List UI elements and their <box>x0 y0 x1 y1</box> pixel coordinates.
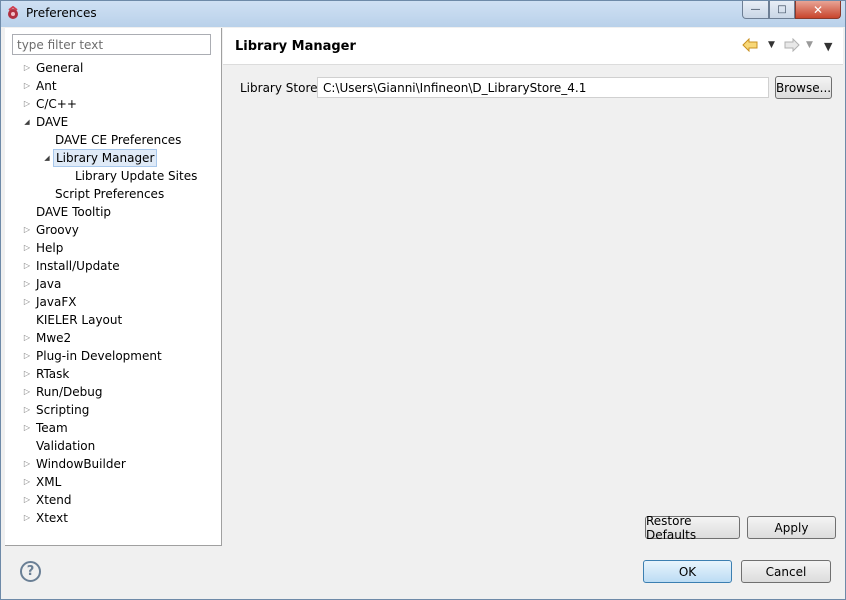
tree-item-label: Library Manager <box>53 149 158 167</box>
tree-collapsed-arrow-icon[interactable]: ▷ <box>22 347 32 365</box>
tree-item[interactable]: ▷ Help <box>5 239 221 257</box>
title-bar: Preferences — □ ✕ <box>1 1 845 27</box>
tree-item[interactable]: Validation <box>5 437 221 455</box>
tree-item[interactable]: DAVE CE Preferences <box>5 131 221 149</box>
tree-item[interactable]: ▷ Groovy <box>5 221 221 239</box>
tree-item[interactable]: ◢ Library Manager <box>5 149 221 167</box>
preference-tree-panel: ▷ General ▷ Ant ▷ C/C++ ◢ DAVE DAVE CE Preferenc… <box>5 28 222 546</box>
tree-item-label: XML <box>36 475 62 489</box>
forward-history-dropdown-icon[interactable]: ▼ <box>806 40 813 50</box>
cancel-button[interactable]: Cancel <box>741 560 831 583</box>
library-store-input[interactable] <box>317 77 769 98</box>
tree-item[interactable]: ▷ Plug-in Development <box>5 347 221 365</box>
tree-item-label: Plug-in Development <box>36 349 162 363</box>
dialog-footer: ? OK Cancel <box>5 547 843 596</box>
tree-item[interactable]: KIELER Layout <box>5 311 221 329</box>
tree-item-label: Xtext <box>36 511 68 525</box>
tree-expanded-arrow-icon[interactable]: ◢ <box>42 149 52 167</box>
tree-item-label: C/C++ <box>36 97 77 111</box>
tree-item-label: RTask <box>36 367 70 381</box>
tree-collapsed-arrow-icon[interactable]: ▷ <box>22 239 32 257</box>
tree-collapsed-arrow-icon[interactable]: ▷ <box>22 365 32 383</box>
close-button[interactable]: ✕ <box>795 1 841 19</box>
tree-item-label: Java <box>36 277 62 291</box>
tree-item[interactable]: ▷ Team <box>5 419 221 437</box>
page-header: Library Manager ▼ ▼ ▼ <box>223 28 843 65</box>
tree-item-label: Script Preferences <box>55 187 165 201</box>
preferences-window: Preferences — □ ✕ ▷General▷Ant▷C/C++◢DAV… <box>0 0 846 600</box>
restore-defaults-button[interactable]: Restore Defaults <box>645 514 740 542</box>
back-history-dropdown-icon[interactable]: ▼ <box>768 40 775 50</box>
tree-collapsed-arrow-icon[interactable]: ▷ <box>22 401 32 419</box>
back-arrow-icon[interactable] <box>742 38 758 52</box>
tree-item-label: JavaFX <box>36 295 77 309</box>
tree-collapsed-arrow-icon[interactable]: ▷ <box>22 473 32 491</box>
page-title: Library Manager <box>235 39 356 54</box>
tree-item[interactable]: ▷ Scripting <box>5 401 221 419</box>
tree-item-label: General <box>36 61 84 75</box>
tree-item[interactable]: ▷ Install/Update <box>5 257 221 275</box>
tree-item[interactable]: ▷ RTask <box>5 365 221 383</box>
tree-item-label: Install/Update <box>36 259 120 273</box>
tree-item[interactable]: ▷ JavaFX <box>5 293 221 311</box>
browse-button[interactable]: Browse... <box>775 76 832 99</box>
forward-arrow-icon[interactable] <box>784 38 800 52</box>
ok-button[interactable]: OK <box>643 560 732 583</box>
window-title: Preferences <box>26 6 97 20</box>
tree-item-label: DAVE <box>36 115 69 129</box>
tree-item[interactable]: ▷ Run/Debug <box>5 383 221 401</box>
tree-item-label: Validation <box>36 439 96 453</box>
tree-item[interactable]: ▷ Mwe2 <box>5 329 221 347</box>
tree-collapsed-arrow-icon[interactable]: ▷ <box>22 275 32 293</box>
tree-item-label: DAVE Tooltip <box>36 205 112 219</box>
tree-collapsed-arrow-icon[interactable]: ▷ <box>22 293 32 311</box>
help-icon[interactable]: ? <box>20 561 41 582</box>
tree-item-label: Team <box>36 421 68 435</box>
filter-input[interactable] <box>12 34 211 55</box>
tree-item-label: Xtend <box>36 493 72 507</box>
tree-item[interactable]: ▷ General <box>5 59 221 77</box>
tree-collapsed-arrow-icon[interactable]: ▷ <box>22 221 32 239</box>
tree-collapsed-arrow-icon[interactable]: ▷ <box>22 257 32 275</box>
tree-item[interactable]: Library Update Sites <box>5 167 221 185</box>
view-menu-icon[interactable]: ▼ <box>824 40 832 53</box>
tree-collapsed-arrow-icon[interactable]: ▷ <box>22 95 32 113</box>
app-icon <box>8 6 18 19</box>
tree-collapsed-arrow-icon[interactable]: ▷ <box>22 329 32 347</box>
maximize-button[interactable]: □ <box>769 1 795 19</box>
tree-item[interactable]: ▷ Xtend <box>5 491 221 509</box>
tree-collapsed-arrow-icon[interactable]: ▷ <box>22 383 32 401</box>
tree-item[interactable]: ▷ Xtext <box>5 509 221 527</box>
tree-collapsed-arrow-icon[interactable]: ▷ <box>22 419 32 437</box>
minimize-button[interactable]: — <box>742 1 769 19</box>
tree-collapsed-arrow-icon[interactable]: ▷ <box>22 455 32 473</box>
tree-item[interactable]: ▷ WindowBuilder <box>5 455 221 473</box>
client-area: ▷ General ▷ Ant ▷ C/C++ ◢ DAVE DAVE CE Preferenc… <box>5 28 843 596</box>
tree-item[interactable]: ▷ Ant <box>5 77 221 95</box>
library-store-label: Library Store : <box>240 81 326 95</box>
tree-item-label: KIELER Layout <box>36 313 123 327</box>
tree-item-label: Help <box>36 241 64 255</box>
tree-item-label: Run/Debug <box>36 385 103 399</box>
tree-item-label: Scripting <box>36 403 90 417</box>
apply-button[interactable]: Apply <box>747 516 836 539</box>
tree-item-label: Groovy <box>36 223 79 237</box>
tree-collapsed-arrow-icon[interactable]: ▷ <box>22 59 32 77</box>
page-panel: Library Manager ▼ ▼ ▼ Library Store : Br… <box>223 28 843 546</box>
tree-item[interactable]: Script Preferences <box>5 185 221 203</box>
tree-collapsed-arrow-icon[interactable]: ▷ <box>22 509 32 527</box>
tree-item[interactable]: ▷ C/C++ <box>5 95 221 113</box>
tree-collapsed-arrow-icon[interactable]: ▷ <box>22 491 32 509</box>
tree-item[interactable]: ◢ DAVE <box>5 113 221 131</box>
tree-item-label: Ant <box>36 79 57 93</box>
tree-item[interactable]: DAVE Tooltip <box>5 203 221 221</box>
tree-item-label: Mwe2 <box>36 331 72 345</box>
tree-collapsed-arrow-icon[interactable]: ▷ <box>22 77 32 95</box>
tree-item[interactable]: ▷ Java <box>5 275 221 293</box>
tree-item-label: WindowBuilder <box>36 457 126 471</box>
tree-expanded-arrow-icon[interactable]: ◢ <box>22 113 32 131</box>
tree-item[interactable]: ▷ XML <box>5 473 221 491</box>
tree-item-label: DAVE CE Preferences <box>55 133 182 147</box>
tree-item-label: Library Update Sites <box>75 169 198 183</box>
